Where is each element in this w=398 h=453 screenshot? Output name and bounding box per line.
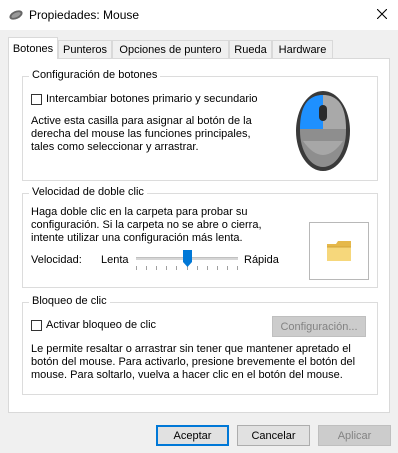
- click-lock-settings-button[interactable]: Configuración...: [272, 316, 366, 337]
- button-config-desc-1: Active esta casilla para asignar al botó…: [31, 115, 252, 127]
- mouse-icon: [8, 8, 24, 22]
- close-button[interactable]: [366, 0, 398, 30]
- apply-button[interactable]: Aplicar: [318, 425, 391, 446]
- slow-label: Lenta: [101, 254, 129, 266]
- tab-punteros[interactable]: Punteros: [58, 40, 112, 58]
- window-title: Propiedades: Mouse: [29, 8, 140, 22]
- button-config-desc-2: derecha del mouse las funciones principa…: [31, 128, 251, 140]
- title-bar: Propiedades: Mouse: [0, 0, 398, 30]
- tab-opciones-de-puntero[interactable]: Opciones de puntero: [112, 40, 229, 58]
- fast-label: Rápida: [244, 254, 279, 266]
- tab-botones[interactable]: Botones: [8, 37, 58, 59]
- tab-panel: Configuración de botones Intercambiar bo…: [8, 58, 390, 413]
- test-folder-area[interactable]: [309, 222, 369, 280]
- slider-tick: [136, 266, 137, 270]
- cancel-button[interactable]: Cancelar: [237, 425, 310, 446]
- double-click-speed-group: Velocidad de doble clic Haga doble clic …: [22, 186, 378, 288]
- swap-buttons-label: Intercambiar botones primario y secundar…: [46, 93, 258, 105]
- double-click-desc-2: configuración. Si la carpeta no se abre …: [31, 219, 262, 231]
- folder-icon: [325, 237, 353, 268]
- slider-tick: [156, 266, 157, 270]
- mouse-illustration-icon: [293, 85, 353, 176]
- double-click-group-label: Velocidad de doble clic: [29, 186, 147, 198]
- tab-rueda[interactable]: Rueda: [229, 40, 272, 58]
- close-icon: [376, 8, 388, 22]
- click-lock-group: Bloqueo de clic Activar bloqueo de clic …: [22, 295, 378, 395]
- click-lock-label: Activar bloqueo de clic: [46, 319, 157, 331]
- speed-label: Velocidad:: [31, 254, 82, 266]
- slider-tick: [176, 266, 177, 270]
- slider-tick: [237, 266, 238, 270]
- button-config-group-label: Configuración de botones: [29, 69, 161, 81]
- tab-hardware[interactable]: Hardware: [272, 40, 333, 58]
- double-click-desc-3: intente utilizar una configuración más l…: [31, 232, 243, 244]
- click-lock-desc-3: mouse. Para soltarlo, vuelva a hacer cli…: [31, 369, 343, 381]
- slider-tick: [197, 266, 198, 270]
- slider-tick: [217, 266, 218, 270]
- click-lock-desc-2: botón del mouse. Para activarlo, presion…: [31, 356, 356, 368]
- tab-strip: Botones Punteros Opciones de puntero Rue…: [8, 37, 390, 59]
- double-click-speed-slider[interactable]: [136, 250, 238, 272]
- swap-buttons-checkbox[interactable]: [31, 94, 42, 105]
- slider-thumb[interactable]: [183, 250, 192, 267]
- ok-button[interactable]: Aceptar: [156, 425, 229, 446]
- button-config-desc-3: tales como seleccionar y arrastrar.: [31, 141, 199, 153]
- double-click-desc-1: Haga doble clic en la carpeta para proba…: [31, 206, 248, 218]
- click-lock-desc-1: Le permite resaltar o arrastrar sin tene…: [31, 343, 351, 355]
- click-lock-group-label: Bloqueo de clic: [29, 295, 110, 307]
- slider-tick: [227, 266, 228, 270]
- slider-tick: [166, 266, 167, 270]
- slider-tick: [207, 266, 208, 270]
- click-lock-checkbox[interactable]: [31, 320, 42, 331]
- button-config-group: Configuración de botones Intercambiar bo…: [22, 69, 378, 181]
- slider-tick: [146, 266, 147, 270]
